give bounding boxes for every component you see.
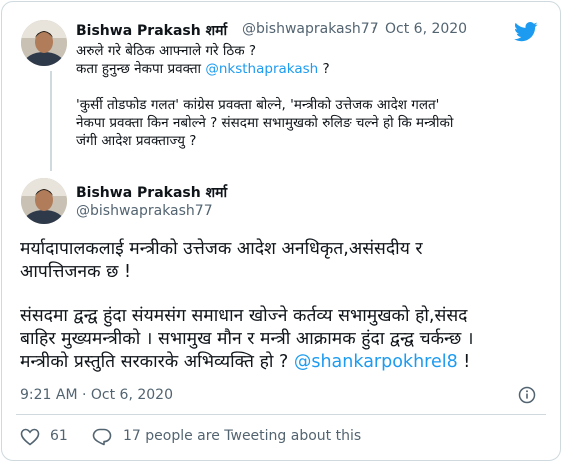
author-avatar[interactable] (21, 178, 67, 224)
tweet-para1-line1: मर्यादापालकलाई मन्त्रीको उत्तेजक आदेश अन… (20, 239, 423, 259)
reply-line-5: जंगी आदेश प्रवक्ताज्यु ? (76, 133, 197, 149)
tweeting-about-text: 17 people are Tweeting about this (123, 428, 362, 444)
thread-connector (50, 71, 52, 171)
tweet-para2-line3-text: मन्त्रीको प्रस्तुति सरकारके अभिव्यक्ति ह… (20, 352, 294, 372)
author-avatar[interactable] (21, 20, 67, 66)
mention-link[interactable]: @nksthaprakash (205, 61, 318, 77)
author-name[interactable]: Bishwa Prakash शर्मा (76, 21, 227, 40)
tweet-para2-line1: संसदमा द्वन्द्व हुंदा संयमसंग समाधान खोज… (20, 306, 468, 326)
reply-line-2-text: कता हुनुन्छ नेकपा प्रवक्ता (76, 61, 206, 77)
author-handle[interactable]: @bishwaprakash77 (242, 21, 379, 37)
tweet-card: Bishwa Prakash शर्मा @bishwaprakash77 · … (1, 1, 561, 461)
info-icon[interactable] (518, 386, 536, 404)
twitter-bird-icon[interactable] (514, 22, 538, 42)
tweeting-about-button[interactable]: 17 people are Tweeting about this (92, 427, 392, 447)
tweet-para2-line3: मन्त्रीको प्रस्तुति सरकारके अभिव्यक्ति ह… (20, 351, 470, 373)
meta-separator: · (372, 21, 377, 37)
like-button[interactable]: 61 (20, 427, 80, 447)
author-handle[interactable]: @bishwaprakash77 (76, 203, 213, 219)
reply-line-4: नेकपा प्रवक्ता किन नबोल्ने ? संसदमा सभाम… (76, 115, 454, 131)
tweet-para1-line2: आपत्तिजनक छ ! (20, 262, 131, 282)
heart-icon (20, 428, 40, 446)
author-name[interactable]: Bishwa Prakash शर्मा (76, 183, 227, 202)
tweet-para2-line3-suffix: ! (457, 352, 471, 372)
tweet-timestamp[interactable]: 9:21 AM · Oct 6, 2020 (20, 387, 173, 403)
like-count: 61 (50, 428, 68, 444)
reply-line-2: कता हुनुन्छ नेकपा प्रवक्ता @nksthaprakas… (76, 60, 330, 78)
mention-link[interactable]: @shankarpokhrel8 (294, 352, 458, 372)
reply-line-1: अरुले गरे बेठिक आफ्नाले गरे ठिक ? (76, 43, 257, 59)
speech-bubble-icon (92, 428, 112, 446)
tweet-date[interactable]: Oct 6, 2020 (385, 21, 467, 37)
action-divider (16, 414, 546, 415)
reply-line-2-suffix: ? (318, 61, 330, 77)
reply-line-3: 'कुर्सी तोडफोड गलत' कांग्रेस प्रवक्ता बो… (76, 97, 440, 113)
tweet-para2-line2: बाहिर मुख्यमन्त्रीको । सभामुख मौन र मन्त… (20, 329, 474, 349)
